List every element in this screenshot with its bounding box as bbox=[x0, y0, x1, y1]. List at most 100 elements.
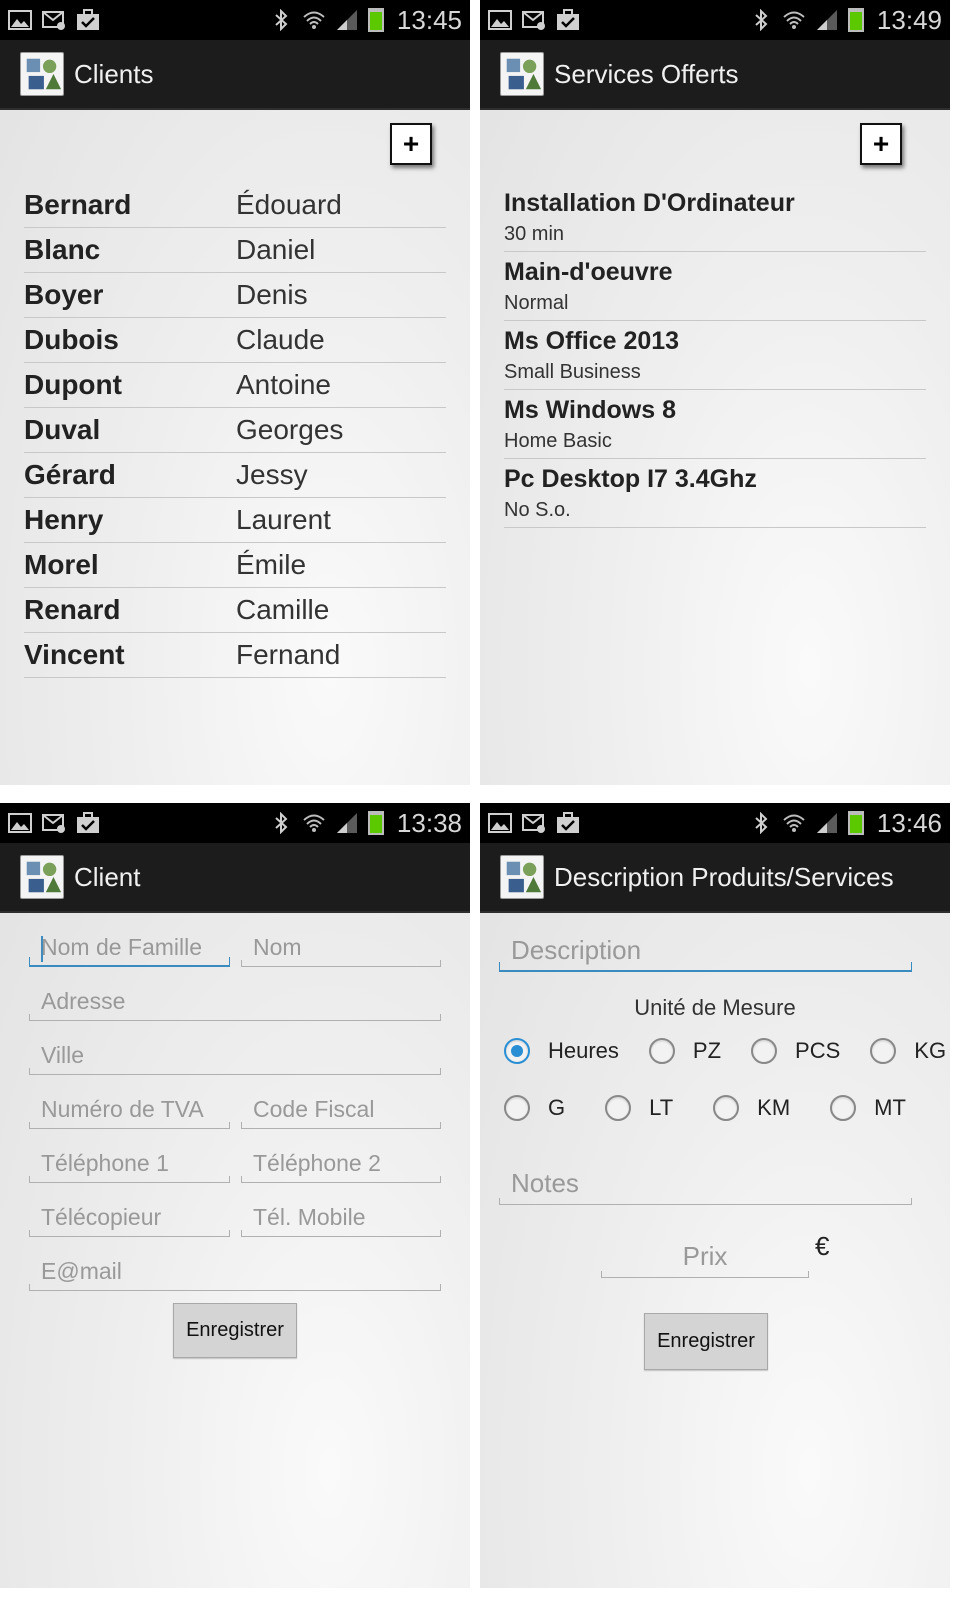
unit-radio-pcs[interactable]: PCS bbox=[751, 1038, 840, 1064]
unit-radio-kg[interactable]: KG bbox=[870, 1038, 946, 1064]
bluetooth-icon bbox=[755, 812, 768, 834]
client-first-name: Georges bbox=[236, 414, 344, 445]
add-client-button[interactable]: + bbox=[390, 123, 432, 165]
app-logo-icon[interactable] bbox=[500, 52, 544, 96]
city-placeholder: Ville bbox=[41, 1042, 85, 1068]
status-time: 13:49 bbox=[876, 4, 942, 35]
name-field[interactable]: Nom bbox=[241, 929, 441, 967]
client-first-name: Denis bbox=[236, 279, 308, 310]
radio-button[interactable] bbox=[504, 1095, 530, 1121]
client-first-name: Fernand bbox=[236, 639, 341, 670]
phone2-field[interactable]: Téléphone 2 bbox=[241, 1145, 441, 1183]
unit-radio-km[interactable]: KM bbox=[713, 1095, 790, 1121]
family-name-placeholder: Nom de Famille bbox=[41, 934, 203, 960]
image-icon bbox=[8, 813, 32, 833]
mobile-field[interactable]: Tél. Mobile bbox=[241, 1199, 441, 1237]
fiscal-code-field[interactable]: Code Fiscal bbox=[241, 1091, 441, 1129]
radio-button[interactable] bbox=[830, 1095, 857, 1121]
unit-radio-mt[interactable]: MT bbox=[830, 1095, 906, 1121]
radio-button[interactable] bbox=[751, 1038, 778, 1064]
fax-field[interactable]: Télécopieur bbox=[29, 1199, 230, 1237]
service-row[interactable]: Ms Windows 8 Home Basic bbox=[504, 390, 926, 459]
add-service-button[interactable]: + bbox=[860, 123, 902, 165]
client-last-name: Dubois bbox=[24, 324, 119, 355]
image-icon bbox=[488, 813, 512, 833]
address-placeholder: Adresse bbox=[41, 988, 126, 1014]
client-first-name: Daniel bbox=[236, 234, 316, 265]
address-field[interactable]: Adresse bbox=[29, 983, 441, 1021]
service-row[interactable]: Installation D'Ordinateur 30 min bbox=[504, 183, 926, 252]
save-client-button[interactable]: Enregistrer bbox=[173, 1303, 297, 1358]
city-field[interactable]: Ville bbox=[29, 1037, 441, 1075]
notes-field[interactable]: Notes bbox=[499, 1163, 912, 1205]
radio-button[interactable] bbox=[713, 1095, 740, 1121]
status-time: 13:46 bbox=[876, 807, 942, 838]
client-row[interactable]: Henry Laurent bbox=[24, 498, 446, 543]
service-detail: Home Basic bbox=[504, 430, 612, 452]
client-row[interactable]: Dubois Claude bbox=[24, 318, 446, 363]
client-row[interactable]: Morel Émile bbox=[24, 543, 446, 588]
client-form-screen: 13:38 Client Nom de Famille Nom Adresse … bbox=[0, 803, 470, 1588]
bluetooth-icon bbox=[275, 812, 288, 834]
service-name: Installation D'Ordinateur bbox=[504, 189, 795, 217]
status-bar: 13:46 bbox=[480, 803, 950, 843]
vat-placeholder: Numéro de TVA bbox=[41, 1096, 204, 1122]
client-row[interactable]: Gérard Jessy bbox=[24, 453, 446, 498]
service-row[interactable]: Main-d'oeuvre Normal bbox=[504, 252, 926, 321]
service-detail: Small Business bbox=[504, 361, 641, 383]
screen-title: Services Offerts bbox=[554, 58, 739, 89]
client-row[interactable]: Bernard Édouard bbox=[24, 183, 446, 228]
radio-button[interactable] bbox=[605, 1095, 632, 1121]
unit-radio-lt[interactable]: LT bbox=[605, 1095, 673, 1121]
radio-button[interactable] bbox=[870, 1038, 897, 1064]
app-logo-icon[interactable] bbox=[20, 52, 64, 96]
currency-label: € bbox=[815, 1231, 830, 1261]
family-name-field[interactable]: Nom de Famille bbox=[29, 929, 230, 967]
mail-icon bbox=[522, 814, 545, 833]
app-logo-icon[interactable] bbox=[20, 855, 64, 899]
unit-label: Heures bbox=[548, 1038, 619, 1063]
action-bar: Client bbox=[0, 843, 470, 913]
wifi-icon bbox=[303, 814, 325, 832]
price-field[interactable]: Prix bbox=[601, 1236, 809, 1278]
service-row[interactable]: Pc Desktop I7 3.4Ghz No S.o. bbox=[504, 459, 926, 528]
unit-radio-g[interactable]: G bbox=[504, 1095, 565, 1121]
client-row[interactable]: Blanc Daniel bbox=[24, 228, 446, 273]
unit-radio-heures[interactable]: Heures bbox=[504, 1038, 619, 1064]
phone1-placeholder: Téléphone 1 bbox=[41, 1150, 169, 1176]
image-icon bbox=[8, 10, 32, 30]
service-name: Main-d'oeuvre bbox=[504, 258, 673, 286]
unit-label: G bbox=[548, 1095, 566, 1120]
service-name: Ms Windows 8 bbox=[504, 396, 677, 424]
radio-button[interactable] bbox=[648, 1038, 675, 1064]
client-row[interactable]: Dupont Antoine bbox=[24, 363, 446, 408]
unit-radio-group-row-2: G LT KM MT bbox=[504, 1095, 924, 1121]
save-product-button[interactable]: Enregistrer bbox=[644, 1313, 768, 1370]
services-screen: 13:49 Services Offerts + Installation D'… bbox=[480, 0, 950, 785]
client-row[interactable]: Boyer Denis bbox=[24, 273, 446, 318]
action-bar: Services Offerts bbox=[480, 40, 950, 110]
email-field[interactable]: E@mail bbox=[29, 1253, 441, 1291]
name-placeholder: Nom bbox=[253, 934, 302, 960]
unit-of-measure-label: Unité de Mesure bbox=[634, 995, 796, 1020]
description-field[interactable]: Description bbox=[499, 930, 912, 972]
unit-radio-pz[interactable]: PZ bbox=[648, 1038, 721, 1064]
signal-icon bbox=[336, 10, 357, 30]
battery-icon bbox=[847, 8, 864, 32]
wifi-icon bbox=[783, 11, 805, 29]
client-row[interactable]: Vincent Fernand bbox=[24, 633, 446, 678]
phone1-field[interactable]: Téléphone 1 bbox=[29, 1145, 230, 1183]
client-first-name: Laurent bbox=[236, 504, 331, 535]
radio-button[interactable] bbox=[504, 1038, 530, 1064]
vat-field[interactable]: Numéro de TVA bbox=[29, 1091, 230, 1129]
image-icon bbox=[488, 10, 512, 30]
client-row[interactable]: Renard Camille bbox=[24, 588, 446, 633]
client-last-name: Gérard bbox=[24, 459, 116, 490]
service-detail: Normal bbox=[504, 292, 569, 314]
client-row[interactable]: Duval Georges bbox=[24, 408, 446, 453]
service-row[interactable]: Ms Office 2013 Small Business bbox=[504, 321, 926, 390]
app-logo-icon[interactable] bbox=[500, 855, 544, 899]
signal-icon bbox=[816, 10, 837, 30]
client-last-name: Renard bbox=[24, 594, 121, 625]
client-first-name: Émile bbox=[236, 549, 307, 580]
